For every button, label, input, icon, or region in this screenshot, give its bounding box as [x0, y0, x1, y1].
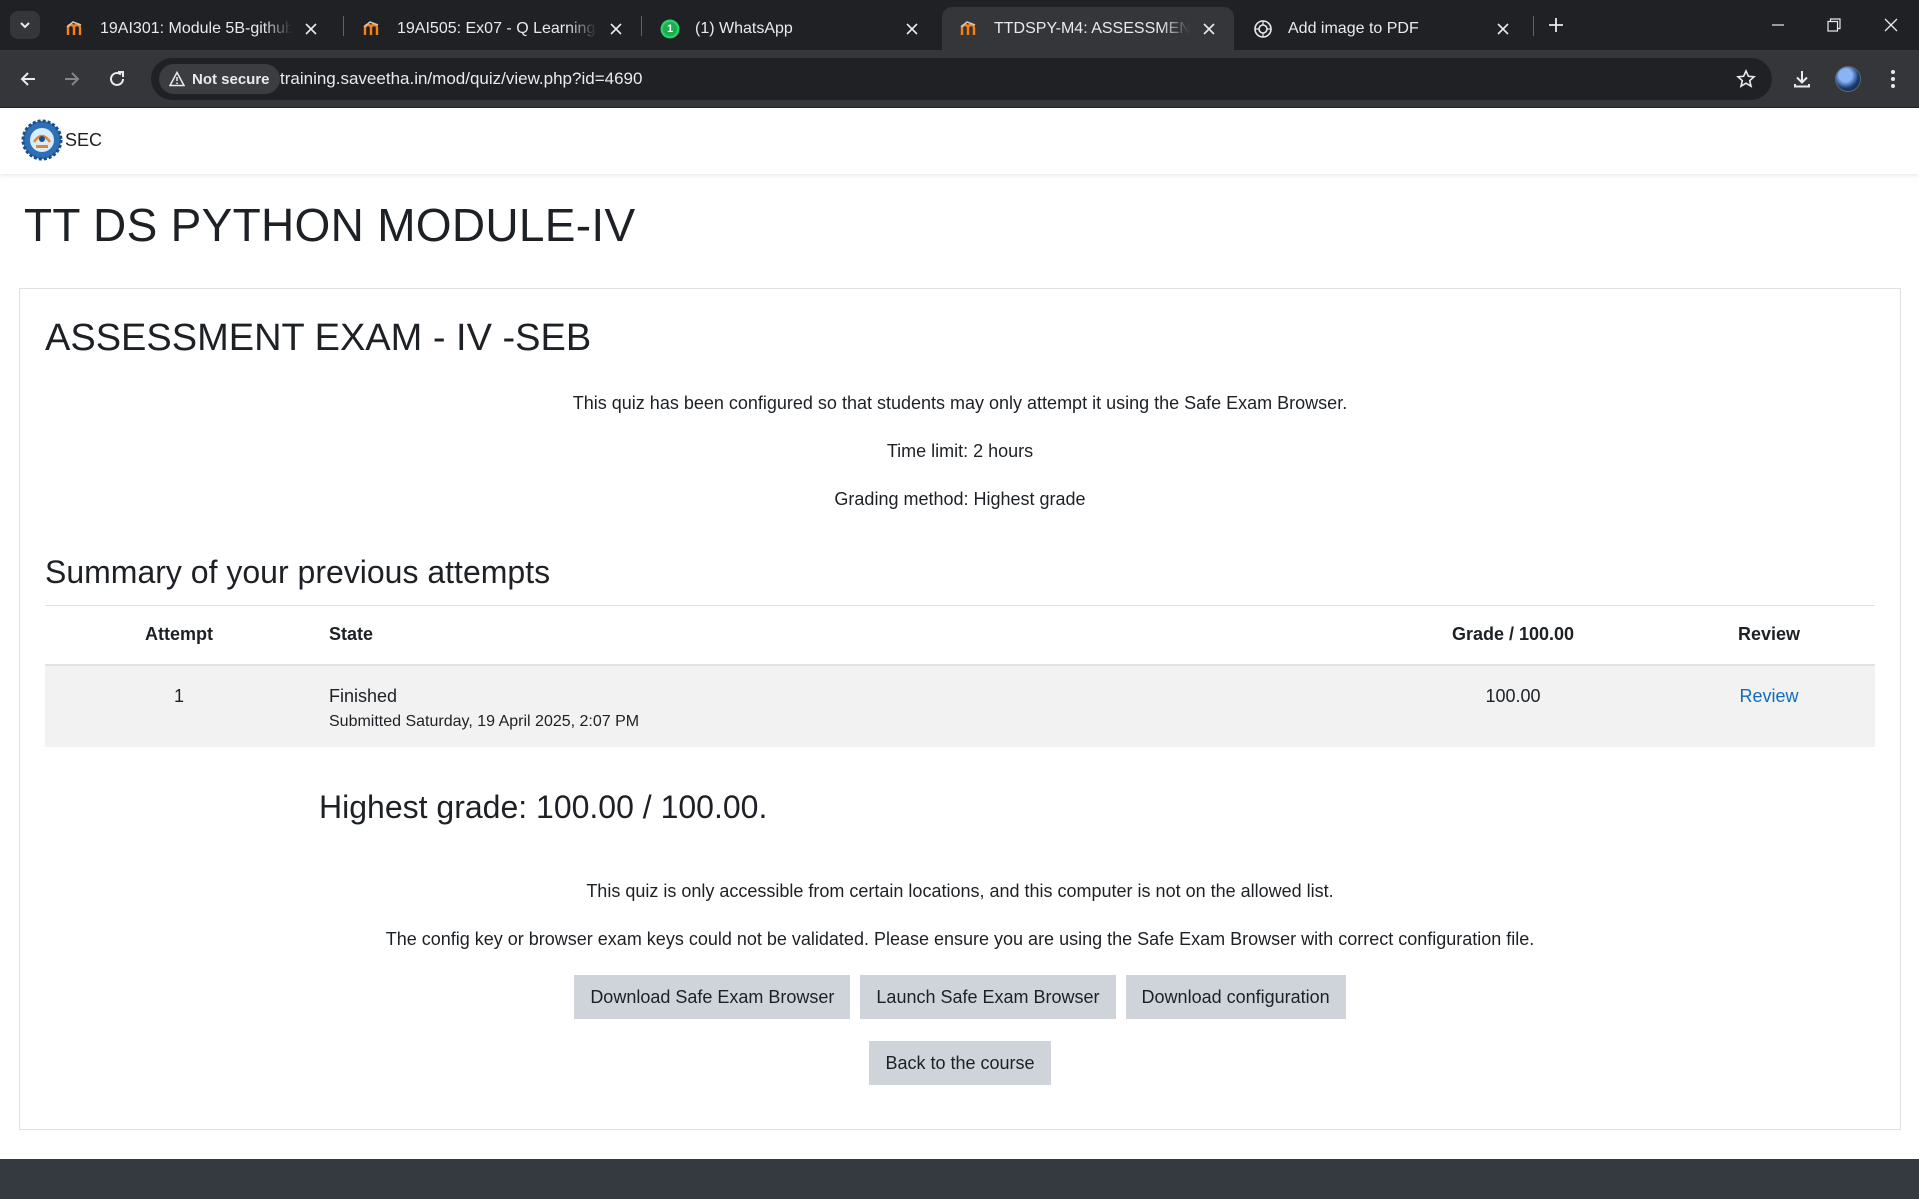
browser-tab[interactable]: Add image to PDF — [1236, 7, 1528, 50]
moodle-icon — [361, 18, 383, 40]
whatsapp-icon: 1 — [659, 18, 681, 40]
sec-logo-icon — [21, 119, 63, 161]
site-navbar: SEC — [0, 108, 1919, 174]
quiz-title: ASSESSMENT EXAM - IV -SEB — [45, 317, 592, 359]
back-button[interactable] — [11, 62, 45, 96]
download-icon — [1794, 71, 1810, 88]
browser-tab[interactable]: 1 (1) WhatsApp — [643, 7, 937, 50]
profile-button[interactable] — [1831, 62, 1865, 96]
close-tab-icon[interactable] — [901, 18, 923, 40]
highest-grade: Highest grade: 100.00 / 100.00. — [319, 789, 768, 825]
column-header-attempt: Attempt — [45, 605, 313, 666]
browser-tab-active[interactable]: TTDSPY-M4: ASSESSMENT EXAM — [942, 7, 1234, 50]
site-brand[interactable]: SEC — [21, 118, 102, 162]
site-security-chip[interactable]: Not secure — [159, 64, 280, 94]
table-header-row: Attempt State Grade / 100.00 Review — [45, 605, 1875, 666]
back-button-row: Back to the course — [20, 1041, 1900, 1085]
arrow-left-icon — [20, 72, 35, 86]
grading-method-text: Grading method: Highest grade — [834, 489, 1086, 509]
kebab-menu-icon — [1891, 70, 1895, 88]
attempt-state: Finished — [329, 685, 398, 706]
browser-tab[interactable]: 19AI301: Module 5B-githublink — [48, 7, 336, 50]
config-key-notice: The config key or browser exam keys coul… — [385, 929, 1535, 949]
browser-tab[interactable]: 19AI505: Ex07 - Q Learning | SEC — [345, 7, 641, 50]
brand-name: SEC — [65, 129, 103, 150]
plus-icon — [1549, 18, 1563, 32]
course-title: TT DS PYTHON MODULE-IV — [24, 199, 636, 251]
column-header-grade: Grade / 100.00 — [1363, 605, 1663, 666]
tab-title: Add image to PDF — [1288, 19, 1419, 37]
attempts-summary-heading: Summary of your previous attempts — [45, 554, 551, 590]
table-row: 1 Finished Submitted Saturday, 19 April … — [45, 664, 1875, 747]
tab-title: (1) WhatsApp — [695, 19, 793, 37]
seb-info-text: This quiz has been configured so that st… — [572, 393, 1348, 413]
openai-icon — [1252, 18, 1274, 40]
download-configuration-button[interactable]: Download configuration — [1125, 975, 1346, 1019]
tab-title: 19AI301: Module 5B-githublink — [100, 19, 292, 37]
time-limit-text: Time limit: 2 hours — [886, 441, 1034, 461]
url-text[interactable]: training.saveetha.in/mod/quiz/view.php?i… — [280, 58, 642, 100]
minimize-icon — [1772, 24, 1784, 26]
downloads-button[interactable] — [1785, 62, 1819, 96]
tab-divider — [1533, 16, 1534, 36]
notification-badge: 1 — [666, 22, 674, 35]
tab-divider — [641, 16, 642, 36]
arrow-right-icon — [65, 72, 80, 86]
close-window-button[interactable] — [1863, 0, 1919, 50]
back-to-course-button[interactable]: Back to the course — [869, 1041, 1051, 1085]
tab-divider — [343, 16, 344, 36]
forward-button[interactable] — [55, 62, 89, 96]
review-link[interactable]: Review — [1739, 686, 1798, 706]
close-tab-icon[interactable] — [605, 18, 627, 40]
page-footer — [0, 1159, 1919, 1199]
close-tab-icon[interactable] — [300, 18, 322, 40]
bookmark-star-icon[interactable] — [1734, 67, 1758, 91]
moodle-icon — [64, 18, 86, 40]
tab-title: 19AI505: Ex07 - Q Learning | SEC — [397, 19, 597, 37]
avatar — [1835, 66, 1861, 92]
attempt-grade: 100.00 — [1363, 664, 1663, 747]
security-label: Not secure — [192, 70, 270, 88]
browser-toolbar: Not secure training.saveetha.in/mod/quiz… — [0, 50, 1919, 108]
download-seb-button[interactable]: Download Safe Exam Browser — [574, 975, 851, 1019]
launch-seb-button[interactable]: Launch Safe Exam Browser — [860, 975, 1116, 1019]
reload-button[interactable] — [100, 62, 134, 96]
new-tab-button[interactable] — [1541, 11, 1571, 39]
tab-title: TTDSPY-M4: ASSESSMENT EXAM — [994, 19, 1190, 37]
warning-icon — [169, 71, 185, 87]
address-bar[interactable]: Not secure training.saveetha.in/mod/quiz… — [151, 58, 1772, 100]
close-tab-icon[interactable] — [1492, 18, 1514, 40]
column-header-review: Review — [1663, 605, 1875, 666]
attempt-state-cell: Finished Submitted Saturday, 19 April 20… — [313, 664, 1363, 747]
attempt-number: 1 — [45, 664, 313, 747]
restore-button[interactable] — [1806, 0, 1862, 50]
reload-icon — [110, 71, 124, 86]
quiz-card: ASSESSMENT EXAM - IV -SEB This quiz has … — [19, 288, 1901, 1130]
tab-strip: 19AI301: Module 5B-githublink 19AI505: E… — [0, 0, 1919, 50]
attempt-submitted-date: Submitted Saturday, 19 April 2025, 2:07 … — [329, 712, 640, 730]
restore-icon — [1827, 18, 1841, 32]
attempts-table: Attempt State Grade / 100.00 Review 1 Fi… — [45, 605, 1875, 747]
seb-button-group: Download Safe Exam Browser Launch Safe E… — [20, 975, 1900, 1019]
minimize-button[interactable] — [1750, 0, 1806, 50]
attempt-review-cell: Review — [1663, 664, 1875, 747]
chevron-down-icon — [20, 22, 30, 29]
browser-menu-button[interactable] — [1876, 62, 1910, 96]
location-notice: This quiz is only accessible from certai… — [586, 881, 1334, 901]
moodle-icon — [958, 18, 980, 40]
close-tab-icon[interactable] — [1198, 18, 1220, 40]
close-icon — [1884, 18, 1898, 32]
column-header-state: State — [313, 605, 1363, 666]
tab-search-button[interactable] — [10, 11, 40, 39]
